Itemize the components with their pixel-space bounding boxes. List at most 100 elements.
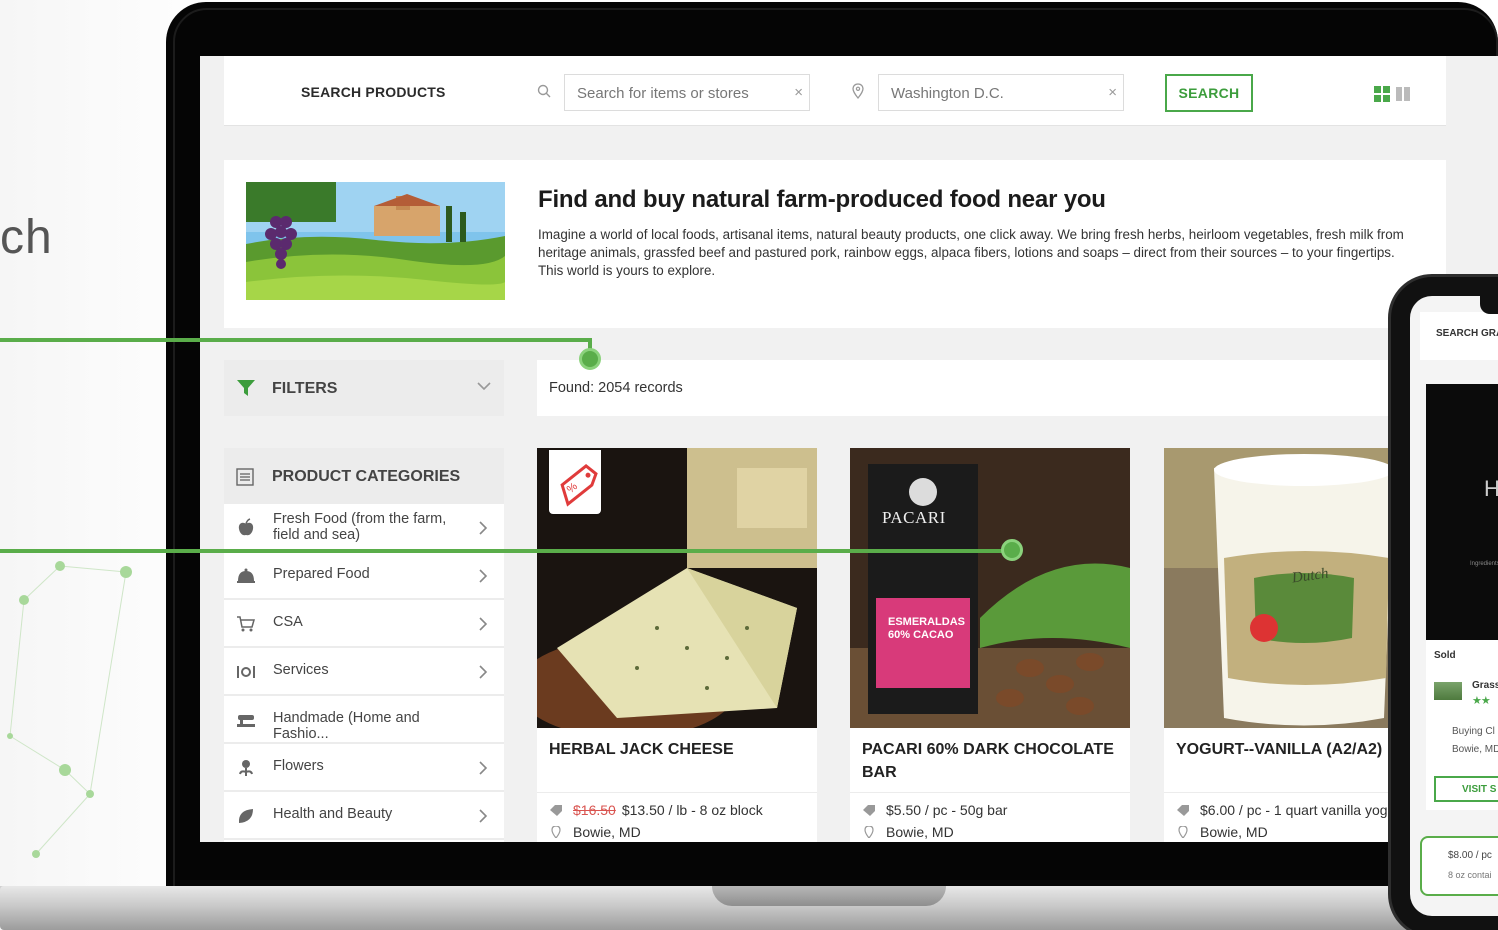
category-label: Flowers xyxy=(273,758,324,774)
farm-landscape-image xyxy=(246,182,505,300)
chevron-right-icon xyxy=(479,809,488,823)
connector-dot-top xyxy=(579,348,601,370)
product-categories-header: PRODUCT CATEGORIES xyxy=(224,448,504,504)
chevron-right-icon xyxy=(479,569,488,583)
product-price-row: $5.50 / pc - 50g bar xyxy=(862,802,1007,818)
category-prepared-food[interactable]: Prepared Food xyxy=(224,552,504,600)
chevron-right-icon xyxy=(479,617,488,631)
category-handmade[interactable]: Handmade (Home and Fashio... xyxy=(224,696,504,744)
product-price-row: $16.50 $13.50 / lb - 8 oz block xyxy=(549,802,763,818)
product-categories-panel: PRODUCT CATEGORIES Fresh Food (from the … xyxy=(224,448,504,842)
search-input[interactable]: Search for items or stores × xyxy=(564,74,810,111)
phone-rating-stars: ★★ xyxy=(1472,695,1491,707)
category-fresh-food[interactable]: Fresh Food (from the farm, field and sea… xyxy=(224,504,504,552)
phone-hero-heading: HC xyxy=(1484,476,1498,501)
phone-sold-label: Sold xyxy=(1434,650,1456,661)
category-label: Fresh Food (from the farm, field and sea… xyxy=(273,511,447,543)
clear-location-icon[interactable]: × xyxy=(1108,84,1117,101)
phone-price-detail: 8 oz contai xyxy=(1448,870,1492,880)
side-heading-fragment: ch xyxy=(0,211,53,264)
phone-seller-thumbnail xyxy=(1434,682,1462,700)
card-divider xyxy=(850,792,1130,793)
card-divider xyxy=(537,792,817,793)
hero-description: Imagine a world of local foods, artisana… xyxy=(538,227,1404,278)
product-location: Bowie, MD xyxy=(886,824,954,840)
phone-notch xyxy=(1480,286,1498,314)
search-input-placeholder: Search for items or stores xyxy=(577,85,749,102)
location-pin-icon xyxy=(864,826,874,838)
leaf-icon xyxy=(238,809,253,823)
product-price: $13.50 / lb - 8 oz block xyxy=(621,802,763,818)
phone-price: $8.00 / pc xyxy=(1448,850,1492,861)
chocolate-product-image xyxy=(850,448,1130,728)
category-label: Handmade (Home and Fashio... xyxy=(273,710,420,742)
filters-toggle[interactable]: FILTERS xyxy=(224,360,504,416)
chocolate-brand-text: PACARI xyxy=(882,508,946,527)
phone-search-title: SEARCH GRAS xyxy=(1436,328,1498,339)
chevron-right-icon xyxy=(479,665,488,679)
phone-screen: SEARCH GRAS HC Ingredients organic Sold … xyxy=(1410,296,1498,916)
sale-badge: % xyxy=(549,450,601,514)
cloche-icon xyxy=(237,568,255,583)
phone-visit-store-button[interactable]: VISIT S xyxy=(1434,776,1498,802)
search-icon xyxy=(537,84,551,98)
product-location-row: Bowie, MD xyxy=(549,824,641,840)
location-input-value: Washington D.C. xyxy=(891,85,1004,102)
product-location-row: Bowie, MD xyxy=(1176,824,1268,840)
location-pin-icon xyxy=(1178,826,1188,838)
search-title: SEARCH PRODUCTS xyxy=(301,84,446,100)
filter-funnel-icon xyxy=(237,380,255,396)
category-services[interactable]: Services xyxy=(224,648,504,696)
location-input[interactable]: Washington D.C. × xyxy=(878,74,1124,111)
laptop-trackpad-notch xyxy=(712,886,946,906)
connector-line-bottom xyxy=(0,549,1012,553)
phone-seller-location: Bowie, MD xyxy=(1452,744,1498,755)
category-flowers[interactable]: Flowers xyxy=(224,744,504,792)
product-location: Bowie, MD xyxy=(573,824,641,840)
category-label: CSA xyxy=(273,614,303,630)
price-tag-icon xyxy=(550,805,562,816)
category-label: Services xyxy=(273,662,329,678)
list-icon xyxy=(236,468,254,486)
old-price: $16.50 xyxy=(573,802,616,818)
product-price: $5.50 / pc - 50g bar xyxy=(886,802,1008,818)
price-tag-icon xyxy=(1177,805,1189,816)
category-health-beauty[interactable]: Health and Beauty xyxy=(224,792,504,840)
view-toggle-icon[interactable] xyxy=(1374,86,1414,102)
laptop-screen: SEARCH PRODUCTS Search for items or stor… xyxy=(200,56,1498,842)
flower-icon xyxy=(239,760,253,776)
location-pin-icon xyxy=(852,83,864,99)
chevron-down-icon xyxy=(477,382,491,391)
price-tag-icon xyxy=(863,805,875,816)
product-location-row: Bowie, MD xyxy=(862,824,954,840)
phone-seller-line1: Buying Cl xyxy=(1452,726,1495,737)
hero-banner: Find and buy natural farm-produced food … xyxy=(224,160,1446,328)
phone-hero-image: HC Ingredients organic xyxy=(1426,384,1498,640)
filters-label: FILTERS xyxy=(272,380,338,397)
product-price-row: $6.00 / pc - 1 quart vanilla yogu xyxy=(1176,802,1395,818)
results-count-bar: Found: 2054 records xyxy=(537,360,1457,416)
location-pin-icon xyxy=(551,826,561,838)
phone-seller-card: Sold Grass ★★ Buying Cl Bowie, MD VISIT … xyxy=(1426,640,1498,810)
phone-search-bar[interactable]: SEARCH GRAS xyxy=(1420,312,1498,360)
category-csa[interactable]: CSA xyxy=(224,600,504,648)
product-card-pacari-chocolate[interactable]: PACARI ESMERALDAS 60% CACAO PACARI 60% D… xyxy=(850,448,1130,842)
category-label: Health and Beauty xyxy=(273,806,393,822)
product-card-herbal-jack-cheese[interactable]: % HERBAL JACK CHEESE $16.50 $13.50 / lb -… xyxy=(537,448,817,842)
apple-icon xyxy=(238,518,254,536)
product-name[interactable]: HERBAL JACK CHEESE xyxy=(549,738,809,761)
clear-search-icon[interactable]: × xyxy=(794,84,803,101)
chevron-right-icon xyxy=(479,521,488,535)
results-count: Found: 2054 records xyxy=(549,380,683,396)
services-icon xyxy=(237,666,255,678)
category-label: Prepared Food xyxy=(273,566,370,582)
search-button[interactable]: SEARCH xyxy=(1165,74,1253,112)
product-name[interactable]: PACARI 60% DARK CHOCOLATE BAR xyxy=(862,738,1122,784)
phone-hero-small-text: Ingredients organic xyxy=(1470,561,1498,567)
connector-dot-bottom xyxy=(1001,539,1023,561)
connector-line-top xyxy=(0,338,592,342)
chevron-right-icon xyxy=(479,761,488,775)
product-location: Bowie, MD xyxy=(1200,824,1268,840)
phone-price-card: $8.00 / pc 8 oz contai xyxy=(1420,836,1498,896)
phone-seller-name[interactable]: Grass xyxy=(1472,680,1498,691)
